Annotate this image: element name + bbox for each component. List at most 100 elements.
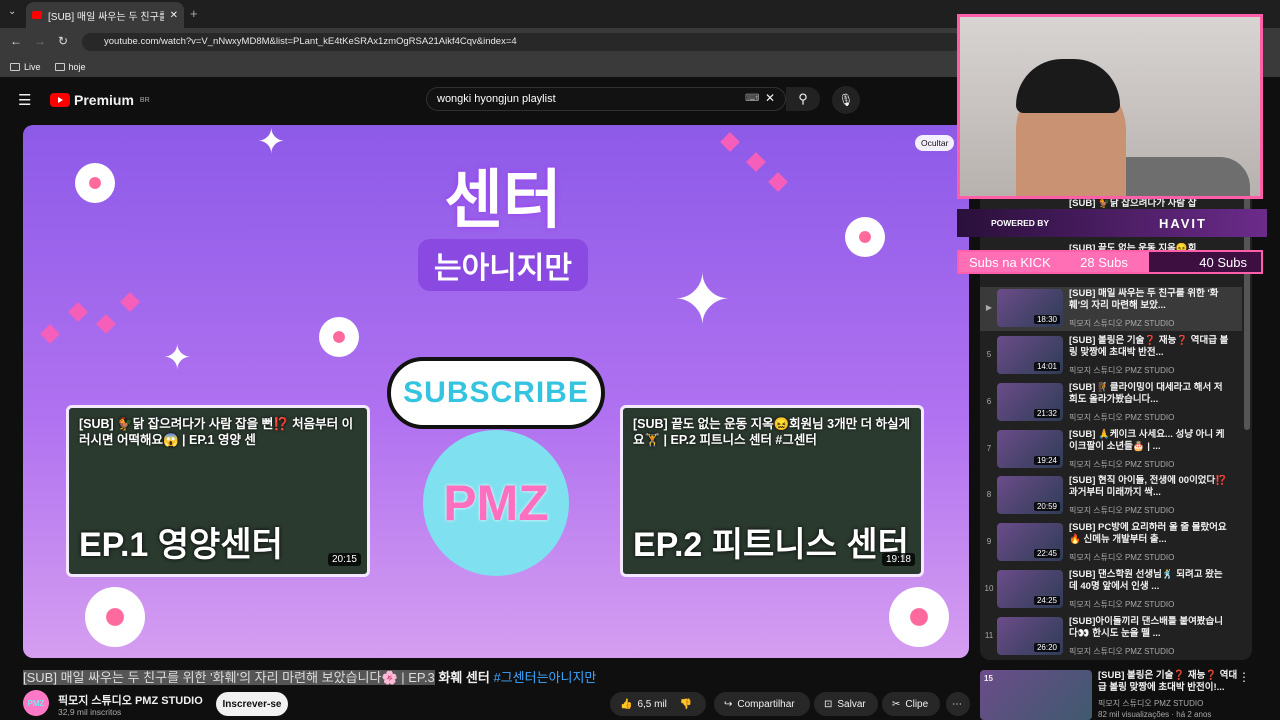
share-button[interactable]: ↪ Compartilhar (714, 692, 810, 716)
playlist-index: 10 (984, 584, 994, 593)
save-button[interactable]: ⊡ Salvar (814, 692, 878, 716)
clip-button[interactable]: ✂ Clipe (882, 692, 940, 716)
clear-search-icon[interactable]: ✕ (765, 91, 775, 105)
flower-decoration (75, 163, 115, 203)
pixel-decoration (720, 132, 740, 152)
playlist-item[interactable]: ▶ 18:30 [SUB] 매일 싸우는 두 친구를 위한 '화훼'의 자리 마련해… (980, 287, 1242, 331)
sub-goal-bar: Subs na KICK 28 Subs 40 Subs (957, 250, 1263, 274)
forward-icon[interactable]: → (34, 34, 46, 48)
playlist-thumbnail: 19:24 (997, 430, 1063, 468)
share-label: Compartilhar (737, 698, 795, 710)
playlist-title: [SUB] 댄스학원 선생님🕺 되려고 왔는데 40명 앞에서 인생 ... (1069, 569, 1223, 592)
playlist-item[interactable]: 6 21:32 [SUB] 🧗클라이밍이 대세라고 해서 저희도 올라가봤습니다..… (980, 381, 1242, 425)
tab-list-icon[interactable]: ⌄ (8, 6, 16, 17)
endscreen-card-title: [SUB] 끝도 없는 운동 지옥😖회원님 3개만 더 하실게요🏋 | EP.2… (633, 417, 911, 447)
region-badge: BR (139, 96, 150, 104)
share-icon: ↪ (724, 698, 733, 710)
playlist-channel: 픽모지 스튜디오 PMZ STUDIO (1069, 506, 1175, 515)
video-player[interactable]: ✦ ✦ ✦ Ocultar 센터 는아니지만 SUBSCRIBE PMZ [SU… (23, 125, 969, 658)
youtube-premium-logo[interactable]: Premium BR (50, 92, 150, 108)
playlist-title: [SUB] 매일 싸우는 두 친구를 위한 '화훼'의 자리 마련해 보았... (1069, 288, 1219, 311)
playlist-thumbnail: 26:20 (997, 617, 1063, 655)
back-icon[interactable]: ← (10, 34, 22, 48)
reload-icon[interactable]: ↻ (58, 34, 68, 48)
thumbs-down-icon[interactable]: 👎 (680, 699, 692, 710)
channel-name[interactable]: 픽모지 스튜디오 PMZ STUDIO (58, 692, 203, 708)
hide-overlay-button[interactable]: Ocultar (915, 135, 955, 151)
bookmark-hoje[interactable]: hoje (54, 61, 86, 72)
keyboard-icon[interactable]: ⌨ (745, 93, 759, 104)
playlist-item[interactable]: 10 24:25 [SUB] 댄스학원 선생님🕺 되려고 왔는데 40명 앞에서 인… (980, 568, 1242, 612)
playlist-item[interactable]: 5 14:01 [SUB] 볼링은 기술❓ 재능❓ 역대급 볼링 맞짱에 초대박 반… (980, 334, 1242, 378)
sponsor-brand: HAVIT (1158, 215, 1207, 231)
playlist-item[interactable]: 8 20:59 [SUB] 현직 아이돌, 전생에 00이었다⁉️ 과거부터 미래까… (980, 474, 1242, 518)
youtube-favicon-icon (32, 11, 42, 19)
playlist-channel: 픽모지 스튜디오 PMZ STUDIO (1069, 553, 1175, 562)
bookmark-icon: ⊡ (824, 698, 833, 710)
recommended-video[interactable]: 15 [SUB] 볼링은 기술❓ 재능❓ 역대급 볼링 맞짱에 초대박 반전이!… (980, 668, 1250, 720)
endscreen-card-episode: EP.1 영양센터 (79, 526, 283, 564)
bookmark-live[interactable]: Live (10, 62, 41, 72)
endscreen-video-card[interactable]: [SUB] 끝도 없는 운동 지옥😖회원님 3개만 더 하실게요🏋 | EP.2… (620, 405, 924, 577)
thumbs-up-icon[interactable]: 👍 (620, 699, 632, 710)
voice-search-button[interactable]: 🎙 (832, 86, 860, 114)
playlist-item[interactable]: 7 19:24 [SUB] 🙏케이크 사세요... 성냥 아니 케이크팔이 소년들🎂… (980, 428, 1242, 472)
bookmark-label: hoje (68, 61, 86, 72)
webcam-person-hair (1016, 59, 1120, 113)
playlist-title: [SUB] 현직 아이돌, 전생에 00이었다⁉️ 과거부터 미래까지 싹... (1069, 475, 1228, 498)
recommended-channel: 픽모지 스튜디오 PMZ STUDIO (1098, 699, 1204, 708)
pixel-decoration (768, 172, 788, 192)
endscreen-card-duration: 20:15 (327, 553, 361, 566)
more-actions-button[interactable]: ⋯ (946, 692, 970, 716)
playlist-title: [SUB] 🧗클라이밍이 대세라고 해서 저희도 올라가봤습니다... (1069, 382, 1223, 405)
playlist-duration: 19:24 (1033, 456, 1060, 465)
subscribe-graphic[interactable]: SUBSCRIBE (387, 357, 605, 429)
playlist-thumbnail: 14:01 (997, 336, 1063, 374)
playlist-duration: 24:25 (1033, 596, 1060, 605)
search-button[interactable]: ⚲ (786, 87, 820, 111)
close-tab-icon[interactable]: ✕ (170, 10, 178, 21)
sponsor-banner: POWERED BY HAVIT (957, 209, 1267, 237)
playlist-item[interactable]: 9 22:45 [SUB] PC방에 요리하러 올 줄 몰랐어요🔥 신메뉴 개발부터… (980, 521, 1242, 565)
sparkle-decoration: ✦ (257, 125, 286, 161)
subscribe-button[interactable]: Inscrever-se (216, 692, 288, 716)
playlist-thumbnail: 18:30 (997, 289, 1063, 327)
show-title: 센터 (444, 164, 562, 236)
playlist-duration: 21:32 (1033, 409, 1060, 418)
channel-avatar[interactable]: PMZ (23, 690, 49, 716)
hashtag-link[interactable]: #그센터는아니지만 (493, 670, 596, 685)
flower-decoration (319, 317, 359, 357)
search-input[interactable]: wongki hyongjun playlist (426, 87, 786, 111)
folder-icon (54, 62, 65, 71)
playlist-title: [SUB] 🙏케이크 사세요... 성냥 아니 케이크팔이 소년들🎂 | ... (1069, 429, 1225, 452)
recommended-title: [SUB] 볼링은 기술❓ 재능❓ 역대급 볼링 맞짱에 초대박 반전이!... (1098, 670, 1238, 693)
new-tab-icon[interactable]: + (190, 6, 198, 21)
playlist-channel: 픽모지 스튜디오 PMZ STUDIO (1069, 319, 1175, 328)
bookmark-label: Live (24, 61, 41, 72)
playlist-item[interactable]: 11 26:20 [SUB]아이돌끼리 댄스배틀 붙여봤습니다👀 한시도 눈을 뗄 … (980, 615, 1242, 659)
logo-text: Premium (74, 92, 134, 108)
show-logo: 센터 는아니지만 (403, 165, 603, 335)
pixel-decoration (68, 302, 88, 322)
hamburger-menu-icon[interactable]: ☰ (18, 91, 31, 109)
youtube-logo-icon (50, 93, 70, 107)
pixel-decoration (120, 292, 140, 312)
sponsor-label: POWERED BY (991, 218, 1050, 228)
save-label: Salvar (837, 698, 866, 710)
endscreen-video-card[interactable]: [SUB] 🐓닭 잡으려다가 사람 잡을 뻔⁉️ 처음부터 이러시면 어떡해요😱… (66, 405, 370, 577)
more-icon[interactable]: ⋮ (1238, 670, 1250, 684)
browser-tab[interactable]: [SUB] 매일 싸우는 두 친구를 위 ✕ (26, 2, 184, 28)
episode-badge: 15 (984, 674, 993, 683)
pmz-channel-logo[interactable]: PMZ (423, 430, 569, 576)
playlist-duration: 20:59 (1033, 502, 1060, 511)
sparkle-decoration: ✦ (673, 261, 732, 339)
clip-label: Clipe (905, 698, 929, 710)
endscreen-card-episode: EP.2 피트니스 센터 (633, 526, 909, 564)
webcam-overlay (957, 14, 1263, 199)
flower-decoration (889, 587, 949, 647)
like-count[interactable]: 6,5 mil (637, 699, 666, 710)
url-field[interactable]: youtube.com/watch?v=V_nNwxyMD8M&list=PLa… (82, 33, 962, 51)
playlist-thumbnail: 22:45 (997, 523, 1063, 561)
sub-goal-label: Subs na KICK (969, 254, 1051, 270)
playlist-index: 5 (986, 350, 992, 359)
